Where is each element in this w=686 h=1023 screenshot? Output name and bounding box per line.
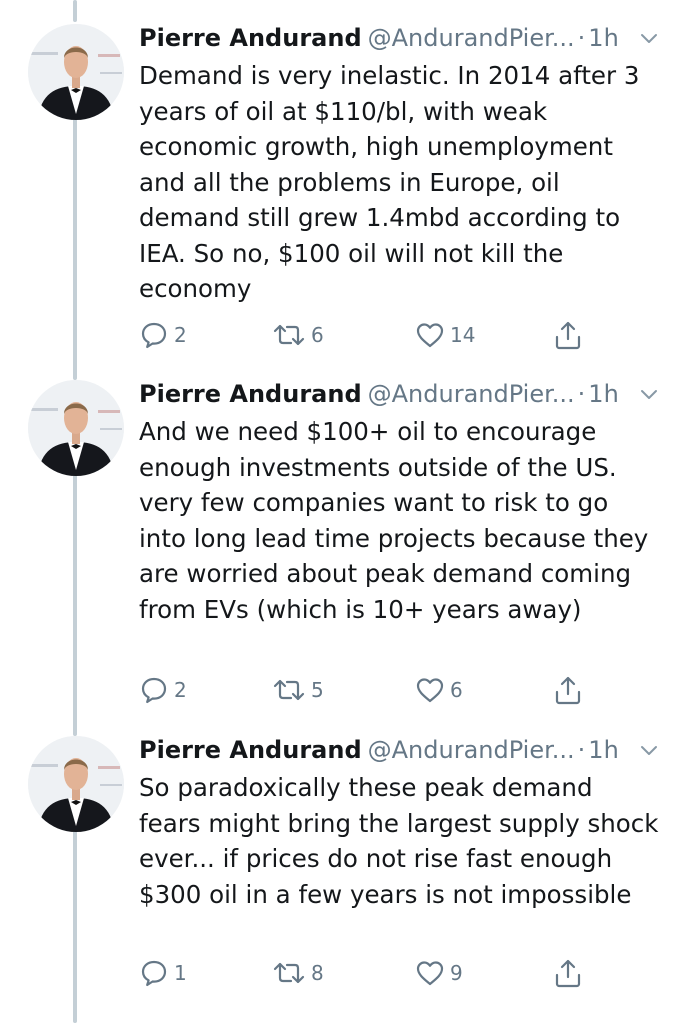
reply-button[interactable]: 2 bbox=[139, 672, 187, 708]
like-count: 9 bbox=[450, 961, 463, 985]
share-icon bbox=[555, 959, 581, 988]
reply-icon bbox=[141, 322, 167, 349]
heart-icon bbox=[416, 323, 444, 348]
separator-dot: · bbox=[577, 380, 586, 408]
retweet-icon bbox=[273, 679, 305, 701]
like-button[interactable]: 6 bbox=[415, 672, 463, 708]
tweet-header: Pierre Andurand @AndurandPier... · 1h bbox=[139, 376, 679, 412]
tweet-text: And we need $100+ oil to encourage enoug… bbox=[139, 417, 649, 624]
reply-count: 2 bbox=[174, 678, 187, 702]
avatar-image bbox=[28, 24, 124, 120]
tweet-text: Demand is very inelastic. In 2014 after … bbox=[139, 61, 640, 303]
retweet-count: 5 bbox=[311, 678, 324, 702]
retweet-count: 8 bbox=[311, 961, 324, 985]
reply-button[interactable]: 1 bbox=[139, 955, 187, 991]
chevron-down-icon[interactable] bbox=[639, 743, 659, 759]
reply-count: 2 bbox=[174, 323, 187, 347]
avatar[interactable] bbox=[28, 736, 124, 832]
retweet-icon bbox=[273, 962, 305, 984]
reply-count: 1 bbox=[174, 961, 187, 985]
separator-dot: · bbox=[577, 24, 586, 52]
share-button[interactable] bbox=[553, 317, 583, 353]
author-handle[interactable]: @AndurandPier... bbox=[368, 24, 575, 52]
reply-icon bbox=[141, 677, 167, 704]
tweet-header: Pierre Andurand @AndurandPier... · 1h bbox=[139, 20, 679, 56]
reply-button[interactable]: 2 bbox=[139, 317, 187, 353]
tweet[interactable]: Pierre Andurand @AndurandPier... · 1h Deman… bbox=[0, 4, 686, 364]
retweet-count: 6 bbox=[311, 323, 324, 347]
share-button[interactable] bbox=[553, 672, 583, 708]
heart-icon bbox=[416, 961, 444, 986]
retweet-button[interactable]: 8 bbox=[272, 955, 324, 991]
like-count: 14 bbox=[450, 323, 476, 347]
retweet-button[interactable]: 6 bbox=[272, 317, 324, 353]
timestamp[interactable]: 1h bbox=[588, 380, 618, 408]
avatar[interactable] bbox=[28, 24, 124, 120]
author-name[interactable]: Pierre Andurand bbox=[139, 736, 362, 764]
tweet-actions: 2 6 14 bbox=[139, 317, 599, 353]
author-name[interactable]: Pierre Andurand bbox=[139, 24, 362, 52]
chevron-down-icon[interactable] bbox=[639, 387, 659, 403]
timestamp[interactable]: 1h bbox=[588, 24, 618, 52]
retweet-icon bbox=[273, 324, 305, 346]
avatar[interactable] bbox=[28, 380, 124, 476]
like-count: 6 bbox=[450, 678, 463, 702]
chevron-down-icon[interactable] bbox=[639, 31, 659, 47]
like-button[interactable]: 9 bbox=[415, 955, 463, 991]
avatar-image bbox=[28, 736, 124, 832]
tweet[interactable]: Pierre Andurand @AndurandPier... · 1h And w… bbox=[0, 360, 686, 716]
tweet-text: So paradoxically these peak demand fears… bbox=[139, 773, 659, 909]
reply-icon bbox=[141, 960, 167, 987]
share-icon bbox=[555, 321, 581, 350]
timestamp[interactable]: 1h bbox=[588, 736, 618, 764]
separator-dot: · bbox=[577, 736, 586, 764]
author-name[interactable]: Pierre Andurand bbox=[139, 380, 362, 408]
author-handle[interactable]: @AndurandPier... bbox=[368, 380, 575, 408]
tweet-header: Pierre Andurand @AndurandPier... · 1h bbox=[139, 732, 679, 768]
share-icon bbox=[555, 676, 581, 705]
tweet-actions: 2 5 6 bbox=[139, 672, 599, 708]
retweet-button[interactable]: 5 bbox=[272, 672, 324, 708]
avatar-image bbox=[28, 380, 124, 476]
tweet[interactable]: Pierre Andurand @AndurandPier... · 1h So pa… bbox=[0, 716, 686, 1023]
author-handle[interactable]: @AndurandPier... bbox=[368, 736, 575, 764]
share-button[interactable] bbox=[553, 955, 583, 991]
like-button[interactable]: 14 bbox=[415, 317, 475, 353]
tweet-actions: 1 8 9 bbox=[139, 955, 599, 991]
heart-icon bbox=[416, 678, 444, 703]
